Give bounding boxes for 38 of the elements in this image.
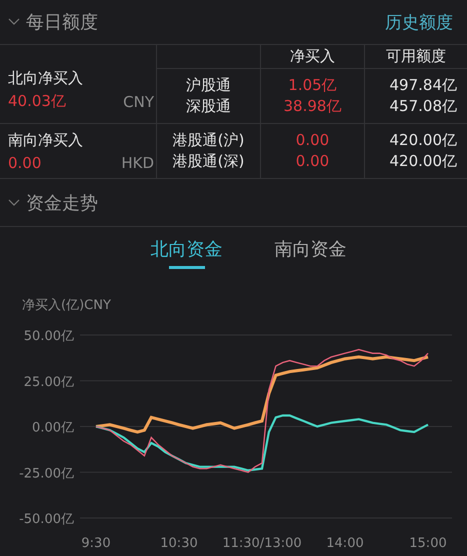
net-buy-value: 0.00 — [294, 130, 330, 151]
tab[interactable]: 南向资金 — [268, 227, 352, 273]
net-buy-value: 1.05亿 — [287, 75, 338, 96]
history-link[interactable]: 历史额度 — [385, 10, 453, 34]
currency-label: HKD — [121, 154, 155, 172]
section-title: 资金走势 — [26, 192, 98, 214]
section-title: 每日额度 — [26, 11, 98, 34]
available-quota: 420.00亿 — [388, 151, 458, 172]
available-quota: 457.08亿 — [388, 96, 458, 117]
net-buy-value: 0.00 — [294, 151, 330, 172]
x-tick-label: 11:30/13:00 — [222, 536, 302, 551]
x-tick-label: 10:30 — [160, 536, 198, 551]
channel-name: 港股通(沪) — [172, 130, 246, 151]
group-value: 40.03亿 — [8, 92, 67, 111]
x-tick-label: 15:00 — [409, 536, 447, 551]
group-value: 0.00 — [8, 154, 42, 172]
column-header: 可用额度 — [386, 47, 446, 66]
x-tick-label: 9:30 — [81, 536, 111, 551]
chevron-icon — [8, 18, 20, 26]
x-tick-label: 14:00 — [326, 536, 364, 551]
y-tick-label: 0.00亿 — [32, 420, 74, 436]
channel-name: 港股通(深) — [172, 151, 246, 172]
available-quota: 420.00亿 — [388, 130, 458, 151]
chevron-icon — [8, 198, 20, 206]
net-buy-value: 38.98亿 — [282, 96, 342, 117]
tab[interactable]: 北向资金 — [144, 227, 228, 273]
y-tick-label: 25.00亿 — [24, 374, 74, 390]
y-axis-label: 净买入(亿)CNY — [22, 298, 111, 313]
y-tick-label: 50.00亿 — [24, 329, 74, 344]
y-tick-label: -50.00亿 — [19, 512, 74, 527]
channel-name: 沪股通 — [185, 75, 232, 96]
group-label: 南向净买入 — [8, 131, 83, 150]
available-quota: 497.84亿 — [388, 75, 458, 96]
y-tick-label: -25.00亿 — [19, 466, 74, 482]
group-label: 北向净买入 — [8, 69, 83, 88]
column-header: 净买入 — [290, 47, 335, 66]
currency-label: CNY — [123, 93, 155, 111]
channel-name: 深股通 — [185, 96, 232, 117]
